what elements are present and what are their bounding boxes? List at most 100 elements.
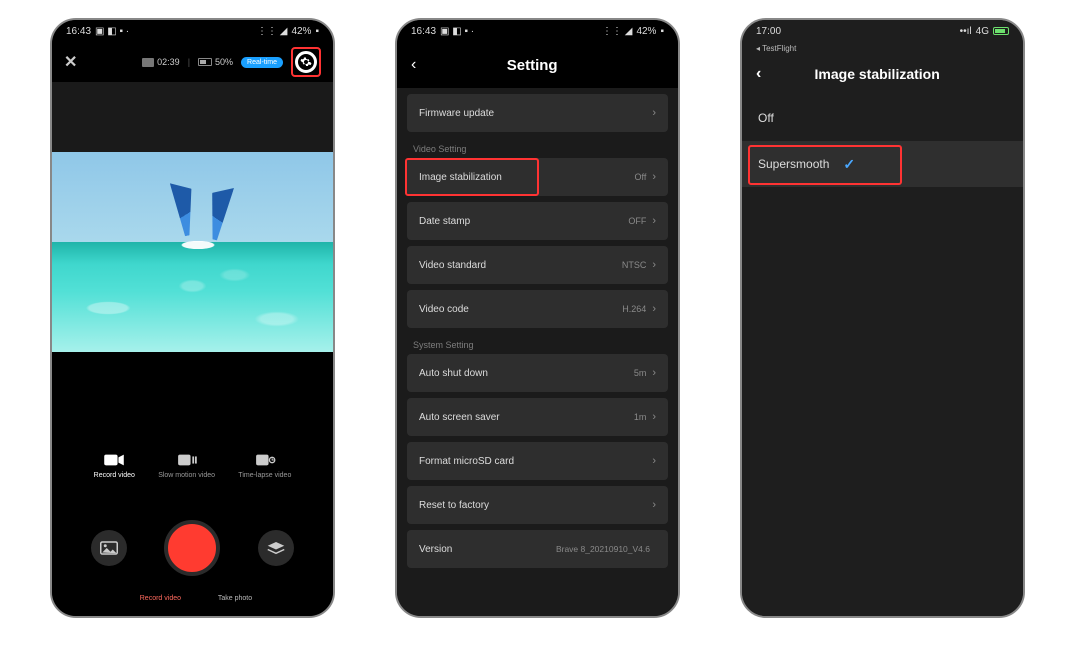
- slowmo-icon: [176, 452, 198, 468]
- status-bar: 16:43 ▣ ◧ ▪ · ⋮⋮ ◢ 42% ▪: [397, 20, 678, 42]
- layers-icon: [267, 541, 285, 555]
- section-video-setting: Video Setting: [407, 138, 668, 158]
- setting-video-standard[interactable]: Video standard NTSC ›: [407, 246, 668, 284]
- gear-icon: [300, 56, 312, 68]
- status-network: 4G: [976, 26, 989, 37]
- status-time: 16:43: [66, 26, 91, 37]
- setting-value: Off: [634, 172, 646, 182]
- status-bar: 17:00 ••ıl 4G: [742, 20, 1023, 42]
- page-title: Image stabilization: [761, 66, 993, 82]
- settings-screen: 16:43 ▣ ◧ ▪ · ⋮⋮ ◢ 42% ▪ ‹ Setting Firmw…: [395, 18, 680, 618]
- record-button[interactable]: [164, 520, 220, 576]
- mode-slow-motion[interactable]: Slow motion video: [158, 452, 215, 479]
- settings-body[interactable]: Firmware update › Video Setting Image st…: [397, 88, 678, 616]
- setting-value: NTSC: [622, 260, 647, 270]
- mode-record-video[interactable]: Record video: [94, 452, 135, 479]
- battery-icon: ▪: [660, 26, 664, 37]
- testflight-back[interactable]: ◂ TestFlight: [742, 42, 1023, 53]
- page-title: Setting: [416, 57, 648, 74]
- status-icons-right: ⋮⋮ ◢: [602, 26, 632, 37]
- take-photo-label: Take photo: [218, 595, 252, 602]
- sd-remaining: 02:39: [142, 57, 180, 67]
- status-time: 17:00: [756, 26, 781, 37]
- viewfinder-sea: [52, 242, 333, 352]
- stabilization-options: Off Supersmooth ✓: [742, 95, 1023, 616]
- mode-label: Record video: [94, 472, 135, 479]
- section-system-setting: System Setting: [407, 334, 668, 354]
- setting-label: Auto screen saver: [419, 412, 634, 423]
- image-icon: [100, 541, 118, 555]
- setting-label: Video code: [419, 304, 622, 315]
- setting-label: Format microSD card: [419, 456, 652, 467]
- control-labels: Record video Take photo: [52, 595, 333, 602]
- setting-value: 1m: [634, 412, 647, 422]
- option-off[interactable]: Off: [742, 95, 1023, 141]
- chevron-right-icon: ›: [652, 411, 656, 423]
- timelapse-icon: [254, 452, 276, 468]
- setting-label: Firmware update: [419, 108, 652, 119]
- setting-date-stamp[interactable]: Date stamp OFF ›: [407, 202, 668, 240]
- setting-auto-shutdown[interactable]: Auto shut down 5m ›: [407, 354, 668, 392]
- close-icon[interactable]: ✕: [64, 52, 77, 72]
- setting-video-code[interactable]: Video code H.264 ›: [407, 290, 668, 328]
- setting-version[interactable]: Version Brave 8_20210910_V4.6: [407, 530, 668, 568]
- status-icons-left: ▣ ◧ ▪ ·: [440, 26, 474, 37]
- image-stabilization-screen: 17:00 ••ıl 4G ◂ TestFlight ‹ Image stabi…: [740, 18, 1025, 618]
- option-label: Off: [758, 111, 774, 125]
- setting-image-stabilization[interactable]: Image stabilization Off ›: [407, 158, 668, 196]
- chevron-right-icon: ›: [652, 107, 656, 119]
- battery-icon: [198, 58, 212, 66]
- record-label: Record video: [133, 595, 188, 602]
- option-supersmooth[interactable]: Supersmooth ✓: [742, 141, 1023, 187]
- chevron-right-icon: ›: [652, 303, 656, 315]
- album-button[interactable]: [91, 530, 127, 566]
- mode-selector: Record video Slow motion video Time-laps…: [52, 452, 333, 479]
- setting-format-sd[interactable]: Format microSD card ›: [407, 442, 668, 480]
- control-row: [52, 520, 333, 576]
- signal-icon: ••ıl: [960, 26, 972, 37]
- sd-card-icon: [142, 58, 154, 67]
- layers-button[interactable]: [258, 530, 294, 566]
- stabilization-header: ‹ Image stabilization: [742, 53, 1023, 95]
- chevron-right-icon: ›: [652, 455, 656, 467]
- setting-label: Video standard: [419, 260, 622, 271]
- status-bar: 16:43 ▣ ◧ ▪ · ⋮⋮ ◢ 42% ▪: [52, 20, 333, 42]
- battery-icon: [993, 27, 1009, 35]
- setting-label: Image stabilization: [419, 172, 634, 183]
- battery-icon: ▪: [315, 26, 319, 37]
- realtime-pill[interactable]: Real‑time: [241, 57, 283, 68]
- chevron-right-icon: ›: [652, 499, 656, 511]
- check-icon: ✓: [843, 156, 855, 173]
- setting-label: Reset to factory: [419, 500, 652, 511]
- mode-time-lapse[interactable]: Time-lapse video: [238, 452, 291, 479]
- camera-viewfinder[interactable]: [52, 152, 333, 352]
- camera-controls-area: Record video Slow motion video Time-laps…: [52, 352, 333, 616]
- camera-top-bar: ✕ 02:39 | 50% Real‑time: [52, 42, 333, 82]
- status-icons-left: ▣ ◧ ▪ ·: [95, 26, 129, 37]
- status-time: 16:43: [411, 26, 436, 37]
- sd-time-value: 02:39: [157, 57, 180, 67]
- setting-value: H.264: [622, 304, 646, 314]
- option-label: Supersmooth: [758, 157, 829, 171]
- mode-label: Slow motion video: [158, 472, 215, 479]
- chevron-right-icon: ›: [652, 171, 656, 183]
- camera-battery: 50%: [198, 57, 233, 67]
- setting-value: OFF: [628, 216, 646, 226]
- setting-label: Auto shut down: [419, 368, 634, 379]
- status-icons-right: ⋮⋮ ◢: [257, 26, 287, 37]
- camera-app-screen: 16:43 ▣ ◧ ▪ · ⋮⋮ ◢ 42% ▪ ✕ 02:39 | 50% R…: [50, 18, 335, 618]
- settings-button[interactable]: [295, 51, 317, 73]
- chevron-right-icon: ›: [652, 215, 656, 227]
- setting-reset-factory[interactable]: Reset to factory ›: [407, 486, 668, 524]
- setting-firmware-update[interactable]: Firmware update ›: [407, 94, 668, 132]
- setting-label: Version: [419, 544, 556, 555]
- settings-highlight: [291, 47, 321, 77]
- chevron-right-icon: ›: [652, 367, 656, 379]
- setting-value: 5m: [634, 368, 647, 378]
- setting-auto-screen-saver[interactable]: Auto screen saver 1m ›: [407, 398, 668, 436]
- camera-battery-value: 50%: [215, 57, 233, 67]
- settings-header: ‹ Setting: [397, 42, 678, 88]
- setting-label: Date stamp: [419, 216, 628, 227]
- video-icon: [103, 452, 125, 468]
- status-battery-pct: 42%: [636, 26, 656, 37]
